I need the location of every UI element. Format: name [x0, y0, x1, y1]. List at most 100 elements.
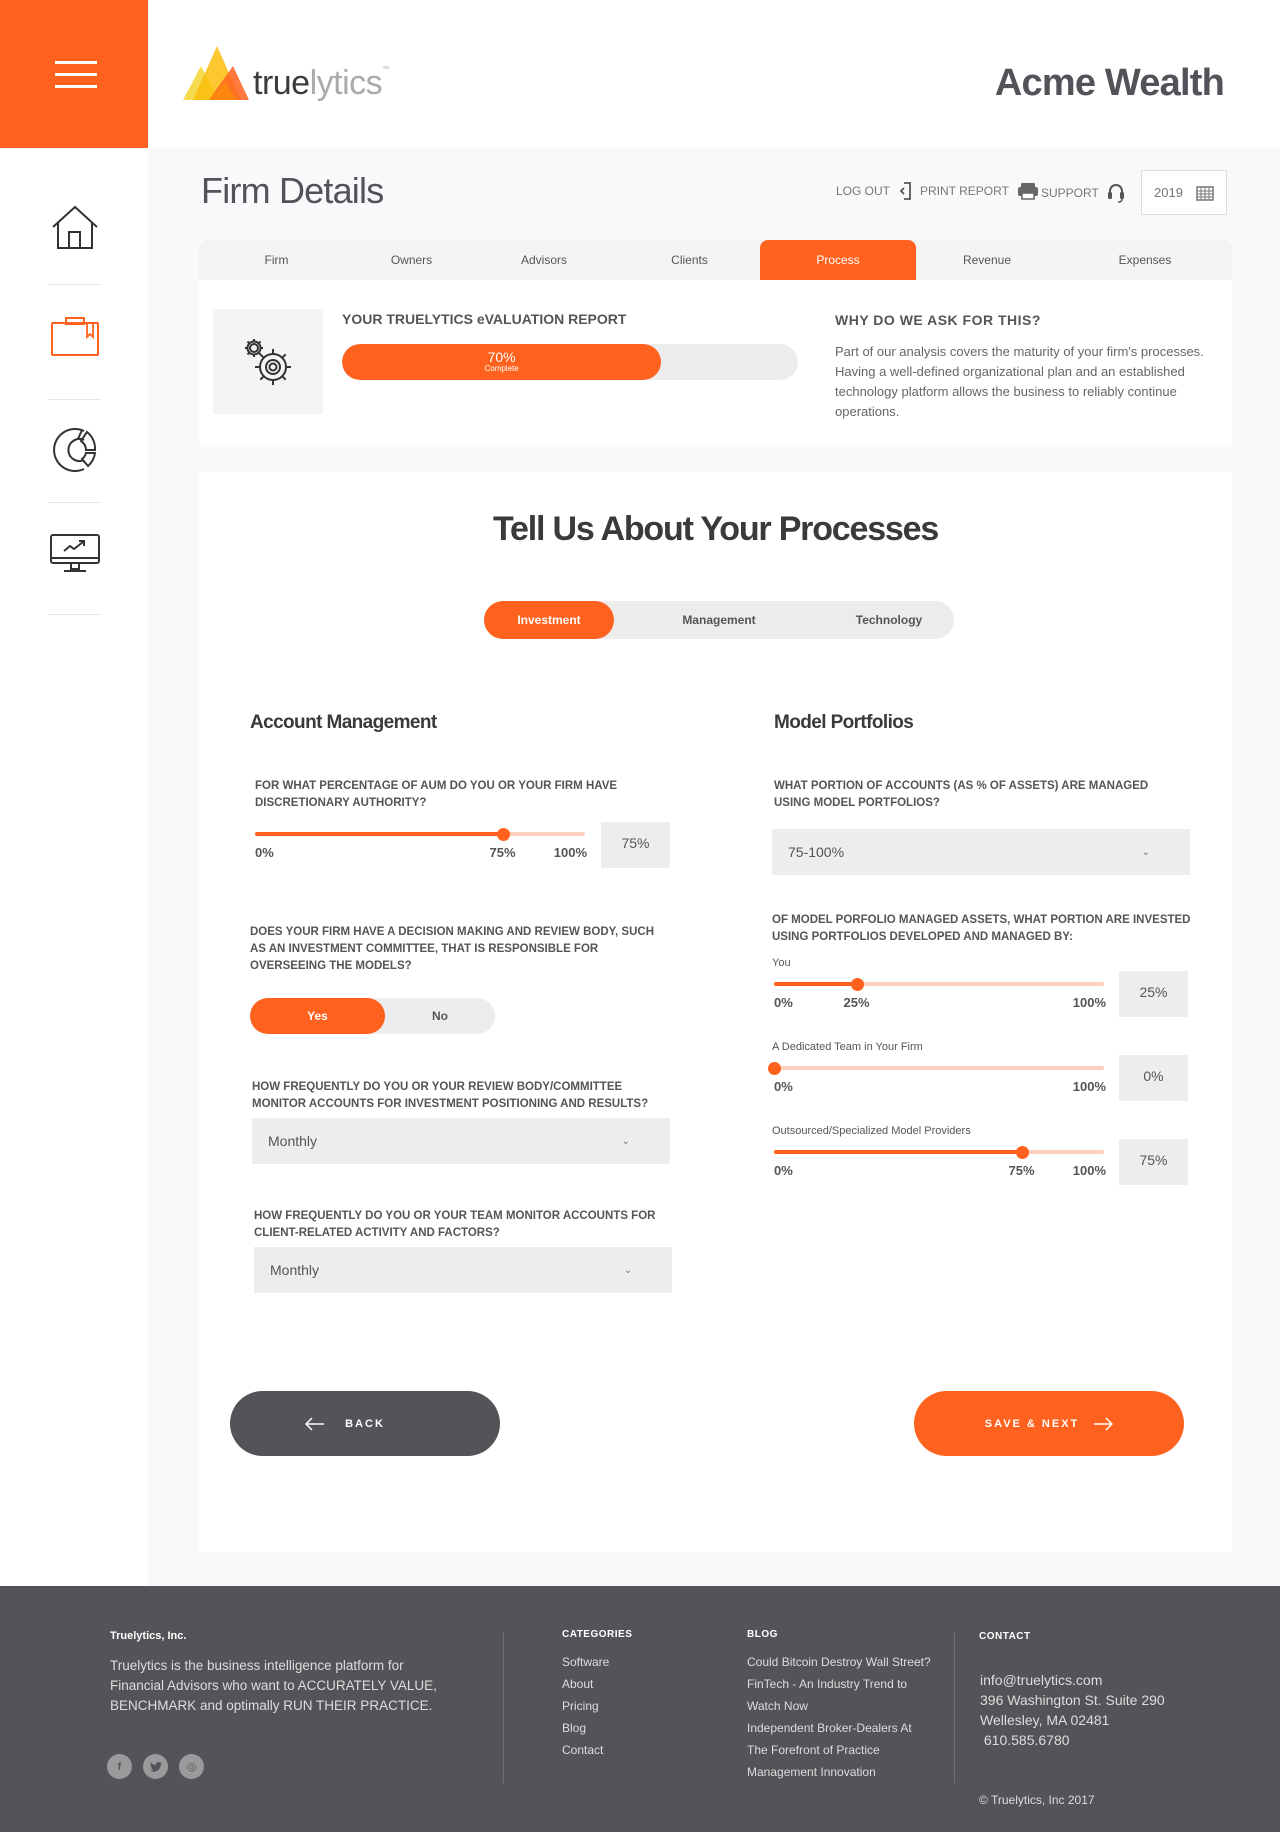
firm-tabs: Firm Owners Advisors Clients Process Rev…: [199, 240, 1232, 280]
aum-discretionary-slider[interactable]: 0% 75% 100%: [255, 828, 587, 860]
slider-min-label: 0%: [774, 1079, 793, 1094]
tab-advisors[interactable]: Advisors: [469, 240, 619, 280]
twitter-icon[interactable]: [143, 1754, 168, 1779]
back-label: BACK: [345, 1417, 385, 1430]
print-report-link[interactable]: PRINT REPORT: [920, 182, 1039, 200]
donut-chart-icon: [53, 428, 97, 472]
evaluation-progress-bar: 70% Complete: [342, 344, 798, 380]
managed-by-you-value[interactable]: 25%: [1119, 971, 1188, 1017]
logout-label: LOG OUT: [836, 184, 891, 198]
footer-divider: [954, 1632, 955, 1783]
briefcase-icon: [51, 317, 99, 356]
blog-link-broker-dealers[interactable]: The Forefront of Practice: [747, 1739, 931, 1761]
tab-expenses[interactable]: Expenses: [1058, 240, 1232, 280]
slider-max-label: 100%: [1072, 1079, 1106, 1094]
slider-thumb[interactable]: [1015, 1146, 1029, 1159]
slider-track[interactable]: [774, 1066, 1104, 1070]
dribbble-icon[interactable]: ◎: [179, 1754, 204, 1779]
progress-fill: 70% Complete: [342, 344, 662, 380]
chevron-down-icon: ⌄: [1141, 846, 1150, 858]
review-body-no[interactable]: No: [385, 998, 495, 1034]
printer-icon: [1017, 183, 1038, 200]
sidebar-item-analytics[interactable]: [49, 499, 101, 609]
footer-link-software[interactable]: Software: [562, 1651, 609, 1673]
why-text: Part of our analysis covers the maturity…: [835, 344, 1204, 419]
blog-link-fintech[interactable]: FinTech - An Industry Trend to: [747, 1673, 931, 1695]
slider-thumb[interactable]: [496, 828, 510, 841]
tab-clients[interactable]: Clients: [619, 240, 760, 280]
subtab-management[interactable]: Management: [654, 601, 784, 639]
footer-contact-title: CONTACT: [979, 1631, 1031, 1642]
tab-process[interactable]: Process: [760, 240, 916, 280]
managed-by-team-slider[interactable]: 0% 100%: [768, 1062, 1106, 1094]
subtab-technology[interactable]: Technology: [824, 601, 954, 639]
model-portion-question: WHAT PORTION OF ACCOUNTS (AS % OF ASSETS…: [774, 780, 1149, 809]
support-label: SUPPORT: [1041, 186, 1099, 200]
truelytics-logo[interactable]: truelytics ™: [183, 44, 389, 100]
process-form-card: Tell Us About Your Processes Investment …: [199, 472, 1232, 1552]
footer-link-about[interactable]: About: [562, 1673, 609, 1695]
footer: Truelytics, Inc. Truelytics is the busin…: [0, 1586, 1280, 1832]
support-link[interactable]: SUPPORT: [1041, 182, 1125, 204]
copyright: © Truelytics, Inc 2017: [979, 1793, 1095, 1807]
slider-thumb[interactable]: [768, 1062, 781, 1075]
subtab-investment[interactable]: Investment: [484, 601, 614, 639]
sidebar-item-reports[interactable]: [49, 395, 101, 505]
footer-company: Truelytics, Inc.: [110, 1630, 187, 1642]
twitter-bird-icon: [149, 1761, 162, 1772]
hamburger-line: [55, 85, 97, 88]
slider-min-label: 0%: [774, 1163, 793, 1178]
logout-icon: [899, 182, 911, 200]
blog-link-bitcoin[interactable]: Could Bitcoin Destroy Wall Street?: [747, 1651, 931, 1673]
footer-contact: info@truelytics.com 396 Washington St. S…: [980, 1670, 1165, 1750]
tab-revenue[interactable]: Revenue: [916, 240, 1058, 280]
process-subtabs: Investment Management Technology: [484, 601, 954, 639]
aum-discretionary-value[interactable]: 75%: [601, 822, 670, 868]
contact-address-line1: 396 Washington St. Suite 290: [980, 1692, 1165, 1708]
why-title: WHY DO WE ASK FOR THIS?: [835, 312, 1041, 328]
review-body-question: DOES YOUR FIRM HAVE A DECISION MAKING AN…: [250, 926, 655, 972]
slider-value-label: 75%: [489, 845, 516, 860]
client-monitor-select[interactable]: Monthly ⌄: [254, 1247, 672, 1293]
contact-email[interactable]: info@truelytics.com: [980, 1670, 1165, 1690]
back-button[interactable]: BACK: [230, 1391, 500, 1456]
slider-min-label: 0%: [255, 845, 274, 860]
review-body-yes[interactable]: Yes: [250, 998, 385, 1034]
sidebar-item-firm-details[interactable]: [49, 282, 101, 392]
slider-thumb[interactable]: [850, 978, 864, 991]
footer-categories-title: CATEGORIES: [562, 1629, 633, 1640]
slider-min-label: 0%: [774, 995, 793, 1010]
evaluation-report-title: YOUR TRUELYTICS eVALUATION REPORT: [342, 311, 627, 327]
account-management-title: Account Management: [250, 712, 437, 733]
contact-phone[interactable]: 610.585.6780: [980, 1730, 1165, 1750]
managed-by-outsourced-slider[interactable]: 0% 75% 100%: [774, 1146, 1106, 1178]
logo-mountains-icon: [183, 46, 249, 100]
footer-link-contact[interactable]: Contact: [562, 1739, 609, 1761]
logout-link[interactable]: LOG OUT: [836, 182, 912, 200]
investment-monitor-select[interactable]: Monthly ⌄: [252, 1118, 670, 1164]
tab-owners[interactable]: Owners: [354, 240, 469, 280]
year-picker[interactable]: 2019: [1141, 170, 1227, 215]
company-name: Acme Wealth: [994, 62, 1225, 104]
facebook-icon[interactable]: f: [107, 1754, 132, 1779]
client-monitor-question: HOW FREQUENTLY DO YOU OR YOUR TEAM MONIT…: [254, 1210, 656, 1239]
arrow-left-icon: [305, 1416, 325, 1431]
sidebar: [0, 148, 148, 1586]
managed-by-outsourced-value[interactable]: 75%: [1119, 1139, 1188, 1185]
save-next-button[interactable]: SAVE & NEXT: [914, 1391, 1184, 1456]
managed-by-team-value[interactable]: 0%: [1119, 1055, 1188, 1101]
blog-link-broker-dealers[interactable]: Management Innovation: [747, 1761, 931, 1783]
model-portion-select[interactable]: 75-100% ⌄: [772, 829, 1190, 875]
chevron-down-icon: ⌄: [623, 1264, 632, 1276]
slider-max-label: 100%: [1072, 1163, 1106, 1178]
footer-link-blog[interactable]: Blog: [562, 1717, 609, 1739]
blog-link-broker-dealers[interactable]: Independent Broker-Dealers At: [747, 1717, 931, 1739]
sidebar-item-home[interactable]: [49, 173, 101, 283]
hamburger-menu-button[interactable]: [0, 0, 148, 148]
blog-link-fintech[interactable]: Watch Now: [747, 1695, 931, 1717]
select-value: 75-100%: [788, 844, 845, 860]
managed-by-you-slider[interactable]: 0% 25% 100%: [774, 978, 1106, 1010]
tab-firm[interactable]: Firm: [199, 240, 354, 280]
footer-link-pricing[interactable]: Pricing: [562, 1695, 609, 1717]
slider-you-label: You: [772, 957, 791, 969]
